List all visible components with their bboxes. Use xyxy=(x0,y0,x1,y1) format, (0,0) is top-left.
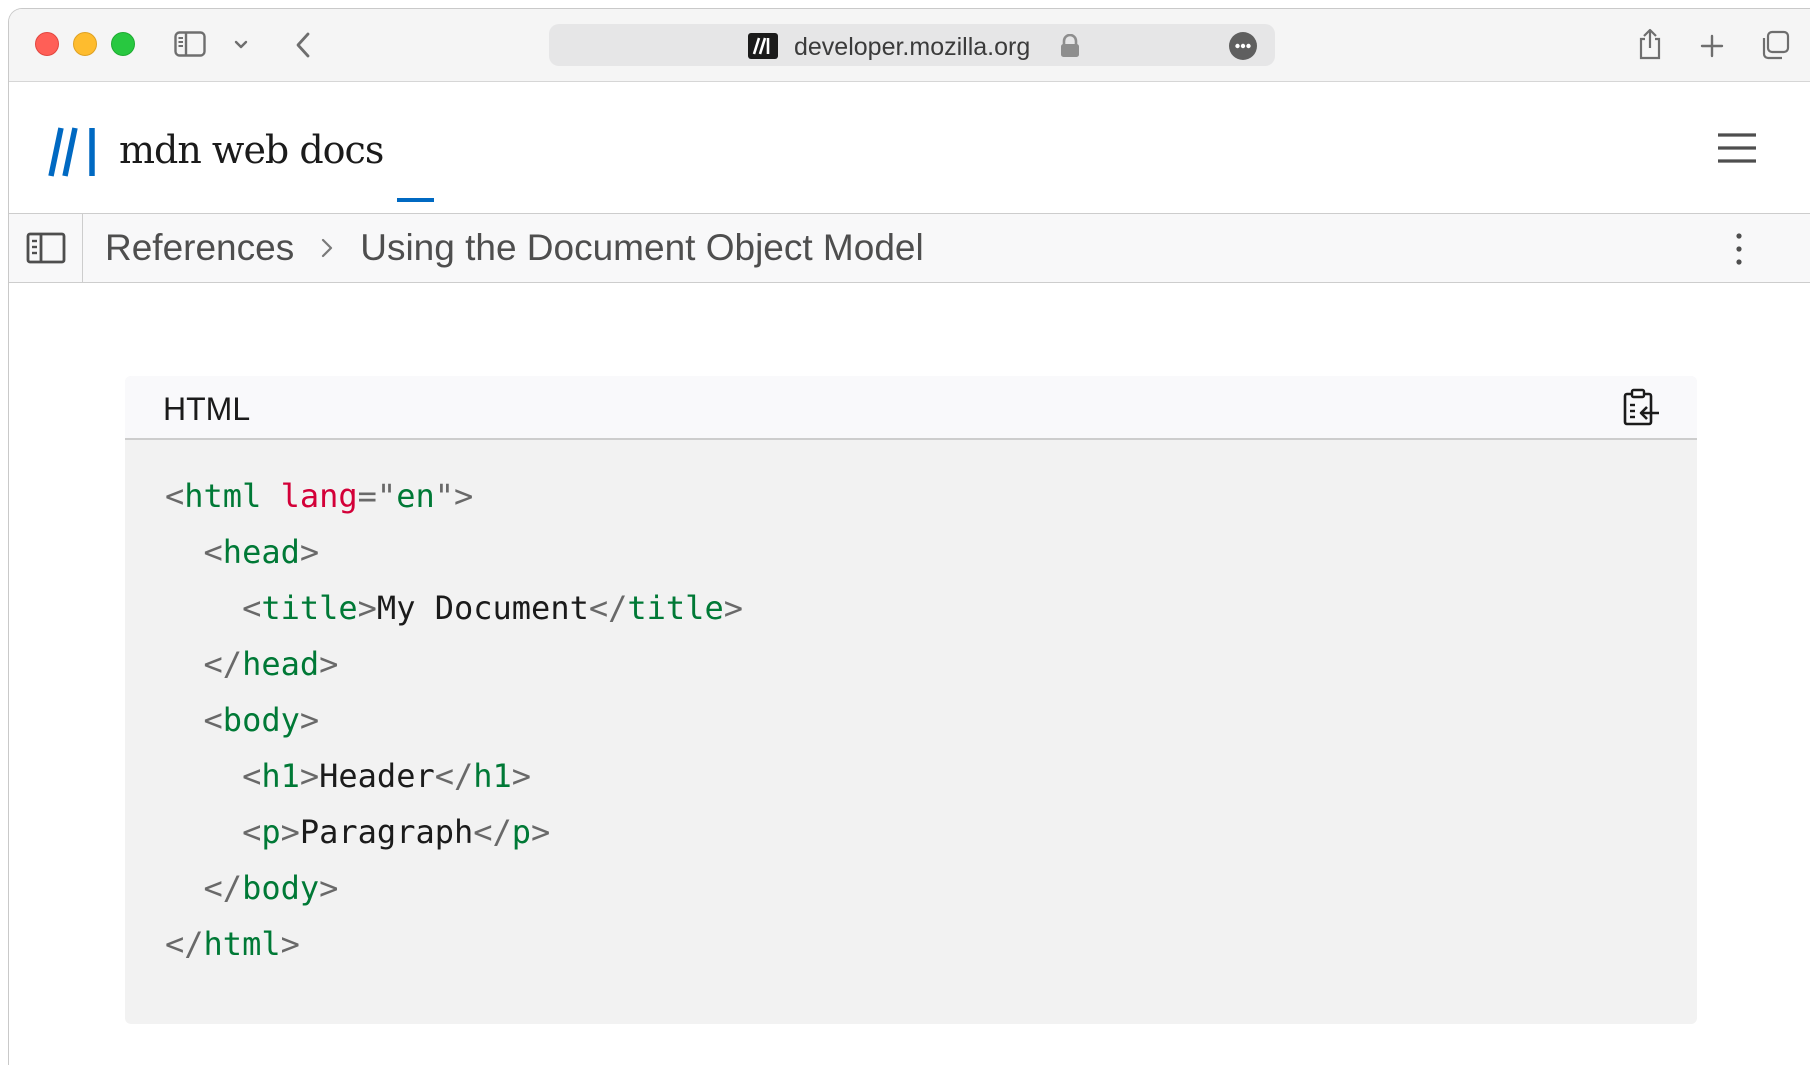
site-header: mdn web docs xyxy=(9,82,1810,213)
chevron-right-icon xyxy=(320,237,334,259)
code-token-punct: > xyxy=(299,757,320,795)
code-example-header: HTML xyxy=(125,376,1697,440)
back-icon[interactable] xyxy=(291,31,315,59)
url-text: developer.mozilla.org xyxy=(794,33,1031,61)
code-token-tag: p xyxy=(261,813,281,851)
tab-overview-icon[interactable] xyxy=(1759,29,1791,61)
code-token-punct: > xyxy=(723,589,743,627)
code-token-punct: > xyxy=(280,813,300,851)
code-token-punct: </ xyxy=(473,813,512,851)
logo-cursor xyxy=(397,198,434,202)
chevron-down-icon[interactable] xyxy=(231,35,251,55)
mdn-logo-icon[interactable] xyxy=(47,126,103,178)
hamburger-menu-icon[interactable] xyxy=(1716,130,1758,166)
minimize-window-button[interactable] xyxy=(73,32,97,56)
code-line: <html lang="en"> xyxy=(165,468,743,524)
code-token-punct: < xyxy=(203,701,223,739)
code-language-label: HTML xyxy=(163,391,251,427)
code-block[interactable]: <html lang="en"> <head> <title>My Docume… xyxy=(165,468,743,972)
address-bar[interactable]: developer.mozilla.org xyxy=(549,24,1275,66)
browser-toolbar: developer.mozilla.org xyxy=(9,9,1810,82)
breadcrumb: References Using the Document Object Mod… xyxy=(105,214,924,282)
code-token-punct: < xyxy=(165,477,185,515)
code-token-text: My Document xyxy=(376,589,589,627)
code-token-tag: h1 xyxy=(261,757,300,795)
page-menu-icon[interactable] xyxy=(1229,32,1257,60)
code-token-tag: p xyxy=(511,813,532,851)
code-line: <title>My Document</title> xyxy=(165,580,743,636)
sidebar-toggle-icon[interactable] xyxy=(9,214,83,282)
code-token-tag: html xyxy=(203,925,281,963)
code-token-tag: body xyxy=(222,701,300,739)
code-token-str: en xyxy=(396,477,435,515)
code-token-punct: > xyxy=(299,701,320,739)
code-token-tag: head xyxy=(222,533,300,571)
code-line: </body> xyxy=(165,860,743,916)
code-example: HTML <html lang="en"> <head> <title>My D… xyxy=(125,376,1697,1024)
kebab-menu-icon[interactable] xyxy=(1727,230,1751,268)
code-token-punct: > xyxy=(357,589,377,627)
breadcrumb-item-current[interactable]: Using the Document Object Model xyxy=(360,227,924,269)
code-line: </head> xyxy=(165,636,743,692)
code-token-tag: title xyxy=(261,589,358,627)
code-token-tag: head xyxy=(242,645,320,683)
breadcrumb-bar: References Using the Document Object Mod… xyxy=(9,213,1810,283)
code-line: <body> xyxy=(165,692,743,748)
code-token-tag: html xyxy=(184,477,262,515)
code-line: <head> xyxy=(165,524,743,580)
lock-icon xyxy=(1059,33,1081,58)
close-window-button[interactable] xyxy=(35,32,59,56)
code-token-punct: </ xyxy=(165,925,204,963)
code-token-punct: < xyxy=(203,533,223,571)
code-token-punct: "> xyxy=(434,477,474,515)
zoom-window-button[interactable] xyxy=(111,32,135,56)
code-token-text: Paragraph xyxy=(299,813,474,851)
code-token-punct: < xyxy=(242,813,262,851)
code-token-punct: > xyxy=(299,533,320,571)
code-line: <p>Paragraph</p> xyxy=(165,804,743,860)
code-token-tag: h1 xyxy=(473,757,512,795)
code-token-tag: body xyxy=(242,869,320,907)
code-token-attr: lang xyxy=(280,477,358,515)
code-token-punct: </ xyxy=(203,869,243,907)
code-token-punct: </ xyxy=(434,757,474,795)
code-token-punct: > xyxy=(319,869,339,907)
code-line: <h1>Header</h1> xyxy=(165,748,743,804)
code-token-punct: > xyxy=(280,925,300,963)
code-token-punct: < xyxy=(242,757,262,795)
code-token-tag: title xyxy=(627,589,724,627)
copy-clipboard-icon[interactable] xyxy=(1619,386,1663,430)
code-token-punct: </ xyxy=(203,645,243,683)
site-logo-text[interactable]: mdn web docs xyxy=(119,124,384,176)
share-icon[interactable] xyxy=(1635,27,1665,61)
browser-window: developer.mozilla.org mdn web docs Refer… xyxy=(8,8,1810,1065)
code-token-punct: =" xyxy=(357,477,397,515)
code-line: </html> xyxy=(165,916,743,972)
new-tab-icon[interactable] xyxy=(1697,31,1727,61)
code-token-punct: > xyxy=(511,757,532,795)
breadcrumb-item-references[interactable]: References xyxy=(105,227,294,269)
code-token-punct: </ xyxy=(588,589,628,627)
code-token-punct: < xyxy=(242,589,262,627)
sidebar-icon[interactable] xyxy=(174,31,206,57)
code-token-text: Header xyxy=(319,757,435,795)
code-token-punct: > xyxy=(319,645,339,683)
site-favicon-icon xyxy=(748,33,778,59)
code-token-punct: > xyxy=(531,813,551,851)
